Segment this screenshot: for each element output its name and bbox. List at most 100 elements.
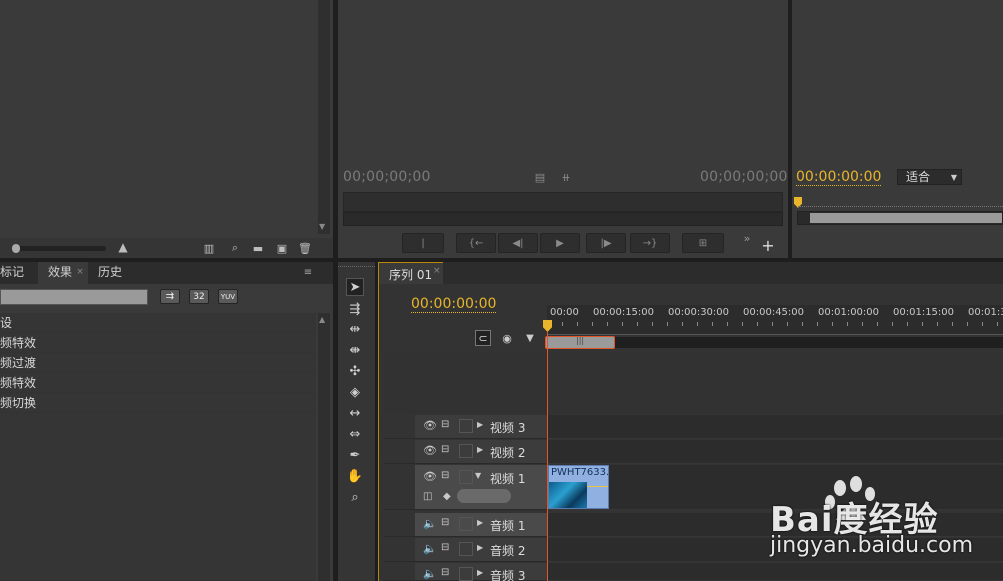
speaker-icon[interactable]: 🔈	[423, 542, 437, 555]
step-forward-button[interactable]: |▶	[586, 233, 626, 253]
track-select-tool-icon[interactable]: ⇶	[346, 300, 364, 318]
hand-tool-icon[interactable]: ✋	[346, 467, 364, 485]
list-view-icon[interactable]: ▥	[201, 241, 217, 255]
zoom-slider-track[interactable]	[14, 246, 106, 251]
mountain-large-icon[interactable]: ▲	[114, 240, 132, 254]
lock-box[interactable]	[459, 444, 473, 458]
expand-track-icon[interactable]: ▶	[477, 518, 483, 527]
keyframe-nav[interactable]	[457, 489, 511, 503]
bit32-effects-icon[interactable]: 32	[189, 289, 209, 304]
lock-box[interactable]	[459, 542, 473, 556]
step-back-button[interactable]: ◀|	[498, 233, 538, 253]
insert-button[interactable]: ⊞	[682, 233, 724, 253]
tab-sequence-01[interactable]: 序列 01 ×	[379, 262, 443, 284]
sync-lock-icon[interactable]: ⊟	[441, 517, 449, 528]
more-controls-icon[interactable]: »	[741, 232, 753, 245]
add-button-icon[interactable]: +	[761, 236, 775, 255]
search-icon[interactable]: ⌕	[228, 241, 242, 255]
pen-tool-icon[interactable]: ✒	[346, 446, 364, 464]
expand-track-icon[interactable]: ▶	[477, 568, 483, 577]
close-icon[interactable]: ×	[433, 266, 441, 276]
speaker-icon[interactable]: 🔈	[423, 517, 437, 530]
playhead-line[interactable]	[547, 331, 548, 581]
scroll-down-icon[interactable]: ▼	[319, 222, 329, 232]
scroll-up-icon[interactable]: ▲	[319, 315, 329, 325]
display-style-icon[interactable]: ◫	[423, 491, 432, 502]
new-item-icon[interactable]: ▣	[275, 241, 289, 255]
zoom-slider-thumb[interactable]	[12, 244, 20, 253]
sync-lock-icon[interactable]: ⊟	[441, 567, 449, 578]
source-timecode-out[interactable]: 00;00;00;00	[700, 169, 788, 185]
expand-track-icon[interactable]: ▶	[477, 543, 483, 552]
accelerated-effects-icon[interactable]: ⇉	[160, 289, 180, 304]
play-button[interactable]: ▶	[540, 233, 580, 253]
eye-icon[interactable]: 👁	[423, 470, 437, 483]
sync-lock-icon[interactable]: ⊟	[441, 444, 449, 455]
lock-box[interactable]	[459, 419, 473, 433]
track-lane[interactable]	[547, 440, 1003, 464]
ripple-edit-tool-icon[interactable]: ⇹	[346, 320, 364, 338]
lock-box[interactable]	[459, 517, 473, 531]
project-scrollbar[interactable]	[318, 0, 330, 234]
program-timecode[interactable]: 00:00:00:00	[796, 169, 882, 186]
zoom-dropdown[interactable]: 适合 ▼	[897, 169, 962, 185]
sync-lock-icon[interactable]: ⊟	[441, 419, 449, 430]
expand-track-icon[interactable]: ▶	[477, 420, 483, 429]
collapse-track-icon[interactable]: ▼	[475, 471, 481, 480]
list-item[interactable]: 视频切换	[0, 393, 316, 413]
eye-icon[interactable]: 👁	[423, 419, 437, 432]
track-controls[interactable]: 🔈 ⊟ ▶ 音频 2	[415, 538, 547, 562]
effects-scrollbar[interactable]	[318, 313, 330, 581]
source-timecode-in[interactable]: 00;00;00;00	[343, 169, 431, 185]
track-controls[interactable]: 🔈 ⊟ ▶ 音频 1	[415, 513, 547, 537]
timeline-timecode[interactable]: 00:00:00:00	[411, 296, 497, 313]
track-lane[interactable]	[547, 563, 1003, 581]
razor-tool-icon[interactable]: ◈	[346, 383, 364, 401]
rate-stretch-tool-icon[interactable]: ✣	[346, 362, 364, 380]
film-icon[interactable]: ▤	[534, 170, 546, 184]
slip-tool-icon[interactable]: ↔	[346, 404, 364, 422]
selection-tool-icon[interactable]: ➤	[346, 278, 364, 296]
sync-lock-icon[interactable]: ⊟	[441, 542, 449, 553]
work-area-bar[interactable]: |||	[545, 336, 615, 349]
zoom-tool-icon[interactable]: ⌕	[346, 488, 364, 506]
go-to-in-button[interactable]: {←	[456, 233, 496, 253]
keyframe-marker-icon[interactable]: ▼	[524, 330, 536, 346]
track-controls[interactable]: 👁 ⊟ ▶ 视频 3	[415, 415, 547, 439]
panel-menu-icon[interactable]: ≡	[300, 266, 316, 278]
audio-waveform-icon[interactable]: ⧺	[558, 170, 574, 184]
track-lane[interactable]	[547, 415, 1003, 439]
eye-icon[interactable]: 👁	[423, 444, 437, 457]
program-scrub-bar[interactable]	[797, 211, 1003, 225]
expand-track-icon[interactable]: ▶	[477, 445, 483, 454]
source-time-ruler[interactable]	[343, 192, 783, 212]
speaker-icon[interactable]: 🔈	[423, 567, 437, 580]
list-item[interactable]: 音频过渡	[0, 353, 316, 373]
list-item[interactable]: 音频特效	[0, 333, 316, 353]
slide-tool-icon[interactable]: ⇔	[346, 425, 364, 443]
keyframe-icon[interactable]: ◆	[443, 491, 451, 502]
program-ruler[interactable]	[798, 206, 1003, 210]
snap-icon[interactable]: ⊂	[475, 330, 491, 346]
list-item[interactable]: 预设	[0, 313, 316, 333]
tab-effects[interactable]: 效果	[48, 262, 78, 282]
track-controls[interactable]: 👁 ⊟ ▶ 视频 2	[415, 440, 547, 464]
source-scrub-bar[interactable]	[343, 212, 783, 226]
lock-box[interactable]	[459, 567, 473, 581]
rolling-edit-tool-icon[interactable]: ⇼	[346, 341, 364, 359]
track-controls[interactable]: 👁 ⊟ ▼ 视频 1 ◫ ◆	[415, 465, 547, 510]
yuv-effects-icon[interactable]: YUV	[218, 289, 238, 304]
folder-icon[interactable]: ▬	[250, 241, 266, 255]
list-item[interactable]: 视频特效	[0, 373, 316, 393]
effects-search-input[interactable]	[0, 289, 148, 305]
tab-history[interactable]: 历史	[98, 262, 128, 282]
lock-box[interactable]	[459, 470, 473, 484]
close-icon[interactable]: ×	[76, 267, 84, 277]
go-to-out-button[interactable]: →}	[630, 233, 670, 253]
mark-in-button[interactable]: |	[402, 233, 444, 253]
sync-lock-icon[interactable]: ⊟	[441, 470, 449, 481]
tab-markers[interactable]: 标记	[0, 262, 30, 282]
trash-icon[interactable]: 🗑	[298, 241, 312, 255]
video-clip[interactable]: PWHT7633.	[548, 465, 609, 509]
track-controls[interactable]: 🔈 ⊟ ▶ 音频 3	[415, 563, 547, 581]
